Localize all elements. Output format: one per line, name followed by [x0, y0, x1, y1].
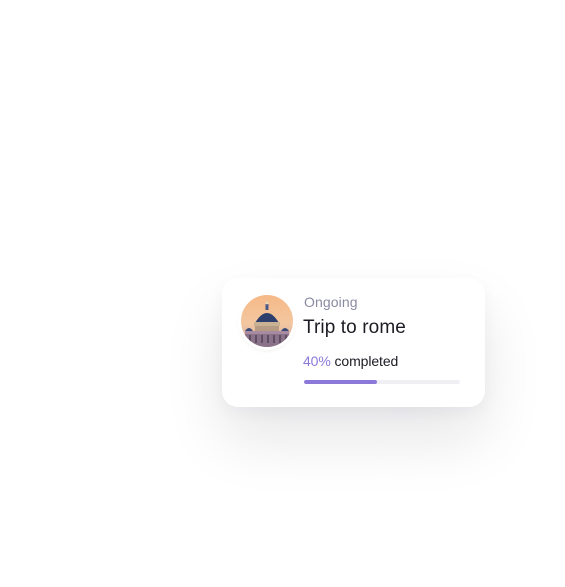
- progress-bar-fill: [304, 380, 378, 384]
- trip-status-label: Ongoing: [304, 294, 358, 310]
- progress-suffix: completed: [334, 353, 399, 369]
- page: Ongoing Trip to rome 40% completed: [0, 0, 565, 587]
- basilica-icon: [241, 295, 293, 347]
- progress-label: 40% completed: [303, 353, 398, 369]
- trip-image-avatar: [241, 295, 293, 347]
- trip-title: Trip to rome: [303, 317, 406, 338]
- trip-card[interactable]: Ongoing Trip to rome 40% completed: [222, 278, 485, 407]
- progress-percent: 40%: [303, 353, 331, 369]
- progress-bar: [304, 380, 460, 384]
